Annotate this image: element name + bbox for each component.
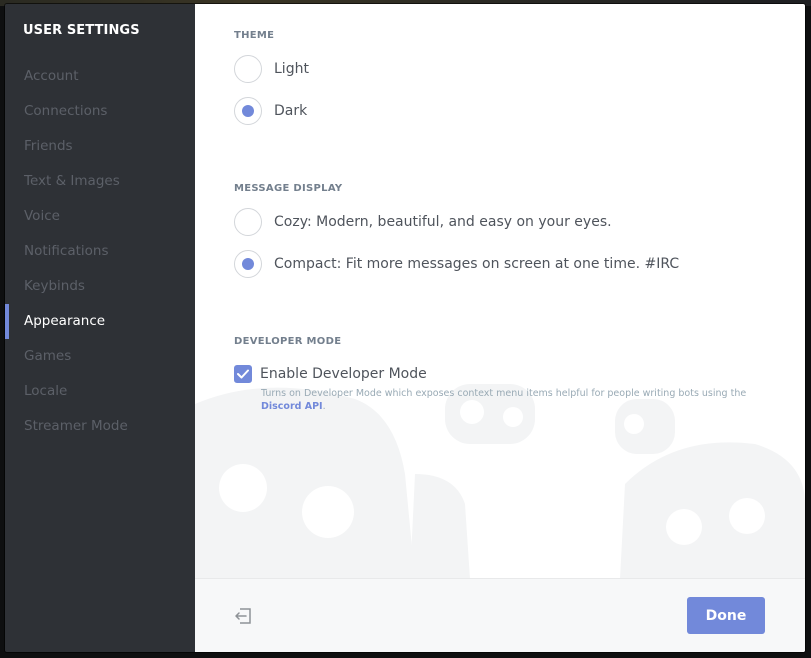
sidebar-title: USER SETTINGS	[23, 23, 140, 38]
developer-mode-section-label: DEVELOPER MODE	[234, 336, 342, 347]
sidebar-item-locale[interactable]: Locale	[5, 374, 195, 409]
sidebar-item-appearance[interactable]: Appearance	[5, 304, 195, 339]
developer-mode-toggle[interactable]: Enable Developer Mode	[234, 365, 427, 383]
sidebar-item-connections[interactable]: Connections	[5, 94, 195, 129]
developer-mode-description: Turns on Developer Mode which exposes co…	[261, 387, 781, 413]
radio-selected-dot	[242, 105, 254, 117]
sidebar-item-friends[interactable]: Friends	[5, 129, 195, 164]
logout-arrow-icon[interactable]	[234, 606, 254, 626]
user-settings-modal: USER SETTINGS Account Connections Friend…	[5, 4, 805, 652]
message-display-option-compact-label: Compact: Fit more messages on screen at …	[274, 256, 680, 272]
developer-mode-description-end: .	[322, 401, 326, 412]
appearance-panel: THEME Light Dark MESSAGE DISPLAY Cozy: M…	[195, 4, 805, 652]
message-display-option-compact[interactable]: Compact: Fit more messages on screen at …	[234, 249, 679, 279]
theme-section-label: THEME	[234, 30, 275, 41]
theme-option-light-label: Light	[274, 61, 309, 77]
done-button[interactable]: Done	[687, 597, 765, 634]
theme-option-light[interactable]: Light	[234, 54, 309, 84]
sidebar-item-keybinds[interactable]: Keybinds	[5, 269, 195, 304]
radio-dark[interactable]	[234, 97, 262, 125]
sidebar-item-text-images[interactable]: Text & Images	[5, 164, 195, 199]
developer-mode-description-text: Turns on Developer Mode which exposes co…	[261, 388, 747, 399]
sidebar-nav: Account Connections Friends Text & Image…	[5, 59, 195, 444]
radio-cozy[interactable]	[234, 208, 262, 236]
sidebar-item-games[interactable]: Games	[5, 339, 195, 374]
sidebar-item-streamer-mode[interactable]: Streamer Mode	[5, 409, 195, 444]
developer-mode-label: Enable Developer Mode	[260, 366, 427, 382]
radio-compact[interactable]	[234, 250, 262, 278]
radio-selected-dot	[242, 258, 254, 270]
settings-sidebar: USER SETTINGS Account Connections Friend…	[5, 4, 195, 652]
sidebar-item-voice[interactable]: Voice	[5, 199, 195, 234]
message-display-option-cozy-label: Cozy: Modern, beautiful, and easy on you…	[274, 214, 612, 230]
message-display-option-cozy[interactable]: Cozy: Modern, beautiful, and easy on you…	[234, 207, 612, 237]
developer-mode-checkbox[interactable]	[234, 365, 252, 383]
message-display-section-label: MESSAGE DISPLAY	[234, 183, 343, 194]
checkmark-icon	[237, 369, 249, 379]
theme-option-dark-label: Dark	[274, 103, 308, 119]
settings-footer: Done	[195, 578, 805, 652]
sidebar-item-notifications[interactable]: Notifications	[5, 234, 195, 269]
sidebar-item-account[interactable]: Account	[5, 59, 195, 94]
discord-api-link[interactable]: Discord API	[261, 401, 323, 412]
radio-light[interactable]	[234, 55, 262, 83]
theme-option-dark[interactable]: Dark	[234, 96, 307, 126]
